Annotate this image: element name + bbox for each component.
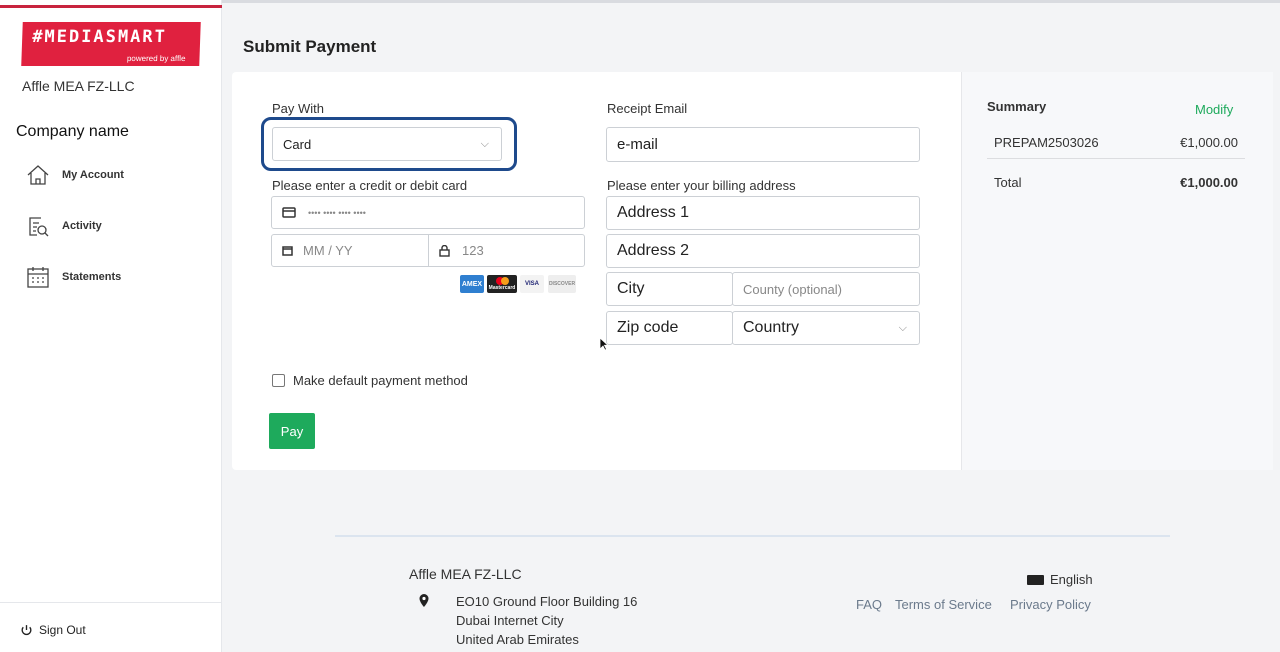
footer-address-line: EO10 Ground Floor Building 16 (456, 594, 638, 609)
sidebar-item-my-account[interactable]: My Account (26, 163, 124, 187)
summary-item-name: PREPAM2503026 (994, 135, 1099, 150)
lock-icon (439, 244, 450, 257)
cvc-input[interactable]: 123 (428, 234, 585, 267)
language-label: English (1050, 572, 1093, 587)
discover-icon: DISCOVER (548, 275, 576, 293)
sidebar-item-label: Activity (62, 220, 102, 232)
privacy-link[interactable]: Privacy Policy (1010, 597, 1091, 612)
zip-value: Zip code (617, 319, 679, 336)
sidebar: #MEDIASMART powered by affle Affle MEA F… (0, 0, 222, 652)
footer-address-line: Dubai Internet City (456, 613, 564, 628)
card-number-placeholder: •••• •••• •••• •••• (308, 207, 366, 218)
pay-with-select[interactable]: Card ⌵ (272, 127, 502, 161)
expiry-placeholder: MM / YY (303, 243, 353, 258)
default-payment-label: Make default payment method (293, 373, 468, 388)
location-pin-icon (419, 594, 429, 607)
billing-label: Please enter your billing address (607, 178, 796, 193)
visa-icon: VISA (520, 275, 544, 293)
footer-company: Affle MEA FZ-LLC (409, 566, 522, 582)
footer-divider (335, 535, 1170, 537)
language-icon (1027, 574, 1044, 585)
summary-item-amount: €1,000.00 (1180, 135, 1238, 150)
card-label: Please enter a credit or debit card (272, 178, 468, 193)
brand-bar (0, 5, 222, 8)
modify-link[interactable]: Modify (1195, 102, 1233, 117)
sign-out-button[interactable]: Sign Out (0, 602, 222, 637)
power-icon (21, 624, 32, 635)
document-search-icon (29, 217, 49, 237)
amex-icon: AMEX (460, 275, 484, 293)
company-name: Company name (16, 123, 129, 140)
pay-with-label: Pay With (272, 101, 325, 116)
calendar-icon (27, 267, 49, 288)
country-value: Country (743, 319, 800, 336)
calendar-icon (282, 246, 293, 256)
zip-input[interactable]: Zip code (606, 311, 733, 345)
county-input[interactable]: County (optional) (732, 272, 920, 306)
receipt-email-label: Receipt Email (607, 101, 688, 116)
page-title: Submit Payment (243, 37, 377, 56)
chevron-down-icon: ⌵ (898, 321, 907, 334)
receipt-email-input[interactable]: e-mail (606, 127, 920, 162)
faq-link[interactable]: FAQ (856, 597, 882, 612)
card-number-input[interactable]: •••• •••• •••• •••• (271, 196, 585, 229)
terms-link[interactable]: Terms of Service (895, 597, 992, 612)
chevron-down-icon: ⌵ (480, 137, 489, 150)
sidebar-item-statements[interactable]: Statements (26, 265, 121, 289)
cvc-placeholder: 123 (462, 243, 484, 258)
mastercard-label: Mastercard (488, 285, 516, 291)
receipt-email-value: e-mail (617, 136, 658, 153)
logo-subtext: powered by affle (126, 54, 186, 63)
city-input[interactable]: City (606, 272, 733, 306)
address1-value: Address 1 (617, 204, 690, 221)
country-select[interactable]: Country ⌵ (732, 311, 920, 345)
discover-label: DISCOVER (548, 281, 576, 287)
mouse-cursor-icon (599, 337, 608, 351)
sign-out-label: Sign Out (39, 623, 86, 637)
mastercard-icon: Mastercard (487, 275, 517, 293)
summary-panel (961, 72, 1273, 470)
org-name: Affle MEA FZ-LLC (22, 78, 135, 94)
logo-text: #MEDIASMART (31, 27, 168, 47)
sidebar-item-label: My Account (62, 169, 124, 181)
language-selector[interactable]: English (1027, 572, 1093, 587)
summary-title: Summary (987, 99, 1047, 114)
pay-with-value: Card (283, 136, 312, 152)
address2-value: Address 2 (617, 242, 690, 259)
county-placeholder: County (optional) (743, 281, 842, 297)
amex-label: AMEX (461, 280, 483, 288)
footer-address-line: United Arab Emirates (456, 632, 579, 647)
expiry-input[interactable]: MM / YY (271, 234, 429, 267)
credit-card-icon (282, 207, 296, 218)
mediasmart-logo[interactable]: #MEDIASMART powered by affle (21, 22, 201, 66)
address1-input[interactable]: Address 1 (606, 196, 920, 230)
visa-label: VISA (524, 281, 539, 287)
default-payment-checkbox[interactable] (272, 374, 285, 387)
summary-divider (987, 158, 1245, 159)
summary-total-label: Total (994, 175, 1022, 190)
sidebar-item-activity[interactable]: Activity (26, 214, 102, 238)
city-value: City (617, 280, 645, 297)
summary-total-amount: €1,000.00 (1180, 175, 1238, 190)
pay-button[interactable]: Pay (269, 413, 315, 449)
address2-input[interactable]: Address 2 (606, 234, 920, 268)
sidebar-item-label: Statements (62, 271, 122, 283)
home-icon (27, 165, 49, 185)
